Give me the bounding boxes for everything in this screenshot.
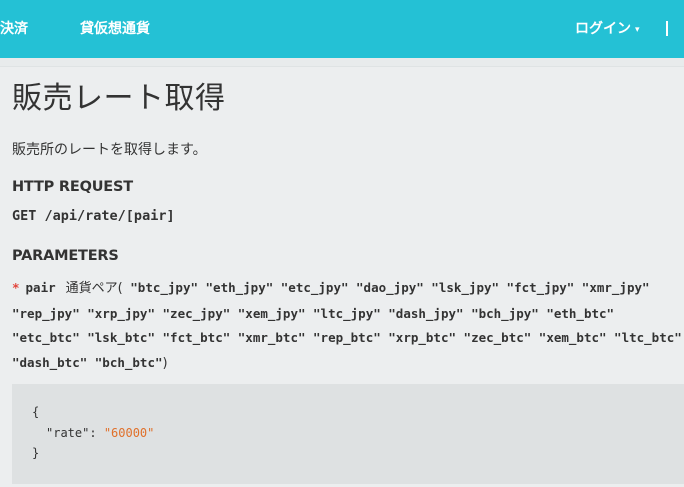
nav-item-payment[interactable]: 決済 bbox=[0, 0, 28, 58]
top-navbar: 決済 貸仮想通貨 ログイン ▾ bbox=[0, 0, 684, 58]
http-request-heading: HTTP REQUEST bbox=[12, 179, 133, 195]
response-code-block: { "rate": "60000" } bbox=[12, 384, 684, 484]
required-marker: * bbox=[12, 280, 20, 295]
http-method: GET bbox=[12, 208, 37, 224]
login-label: ログイン bbox=[575, 21, 631, 37]
parameters-heading: PARAMETERS bbox=[12, 248, 119, 264]
code-value: "60000" bbox=[103, 426, 155, 440]
nav-divider bbox=[666, 21, 668, 36]
parameter-description: 通貨ペア bbox=[65, 281, 118, 296]
nav-item-lending[interactable]: 貸仮想通貨 bbox=[80, 0, 150, 58]
parameter-pair: * pair 通貨ペア( "btc_jpy" "eth_jpy" "etc_jpy"… bbox=[12, 276, 684, 376]
header-separator bbox=[0, 58, 684, 67]
login-dropdown[interactable]: ログイン ▾ bbox=[575, 0, 640, 58]
code-colon: : bbox=[89, 426, 104, 440]
code-key: "rate" bbox=[46, 426, 90, 440]
code-open-brace: { bbox=[32, 405, 40, 419]
close-paren: ) bbox=[162, 355, 168, 371]
page-title: 販売レート取得 bbox=[12, 81, 226, 116]
page-description: 販売所のレートを取得します。 bbox=[12, 142, 207, 158]
open-paren: ( bbox=[117, 281, 123, 296]
endpoint: GET /api/rate/[pair] bbox=[12, 208, 175, 224]
endpoint-path: /api/rate/[pair] bbox=[44, 208, 175, 224]
code-rate-line: "rate": "60000" bbox=[46, 426, 154, 440]
code-close-brace: } bbox=[32, 446, 40, 460]
chevron-down-icon: ▾ bbox=[635, 25, 640, 35]
parameter-name: pair bbox=[25, 280, 56, 295]
